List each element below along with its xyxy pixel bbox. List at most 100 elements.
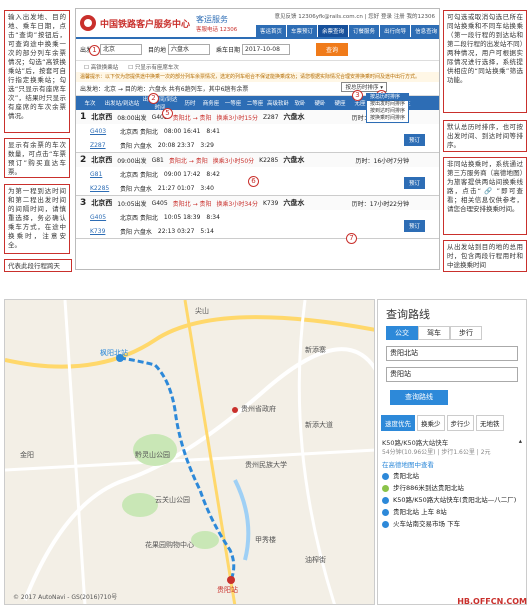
map-label-xintianzhai: 新添寨 [305,346,326,354]
option-transfer-station[interactable]: ☐ 高铁换乘站 [84,63,118,71]
sort-option-arrive[interactable]: 按到达时间排序 [367,108,408,115]
date-input[interactable]: 2017-10-08 [242,44,291,55]
route-group: 3 北京西 10:05出发 G405 贵阳北 → 贵阳 换乘3小时34分 K739 六盘水 历时… [76,196,439,239]
map-label-road: 新添大道 [305,421,333,429]
leg-times: 08:00 16:41 [163,127,201,135]
nav-home[interactable]: 客运首页 [256,25,287,37]
tab-walk[interactable]: 步行 [450,326,482,340]
brand-service: 客运服务 客服电话 12306 [196,14,238,33]
leg-times: 20:08 23:37 [157,141,195,149]
note-overnight: 代表此段行程跨天 [4,259,72,272]
collapse-icon[interactable]: ▴ [519,437,522,447]
route-destination: 六盘水 [283,156,305,164]
query-button[interactable]: 查询 [316,43,349,56]
option-row: ☐ 高铁换乘站 ☐ 只显示有座席车次 [76,61,439,72]
origin-input[interactable]: 贵阳北站 [386,346,518,361]
result-summary: 出发地：北京 → 目的地：六盘水 共有6趟列车，其中6趟有余票 [80,86,249,93]
nav-meal[interactable]: 订餐服务 [349,25,380,37]
route-train1[interactable]: G405 [152,200,168,207]
sort-option-depart[interactable]: 按出发时间排序 [367,101,408,108]
route-transfer-hub[interactable]: 贵阳北 → 贵阳 [173,199,212,208]
query-route-button[interactable]: 查询路线 [390,390,448,405]
marker-6: 6 [248,176,259,187]
note-same-station-filter: 可勾选或取消勾选已所在同站换乘和不同车站换乘（第一段行程的到达站和第二段行程的出… [443,10,527,113]
leg-train[interactable]: Z287 [90,142,114,149]
date-label: 乘车日期 [216,47,241,54]
route-transfer-hub[interactable]: 贵阳北 → 贵阳 [173,113,212,122]
leg-row: K739 贵阳 六盘水 22:13 03:27 5:14 [76,224,439,238]
route-transfer-hub[interactable]: 贵阳北 → 贵阳 [169,156,208,165]
nav-ticket-query[interactable]: 余票查询 [318,25,349,37]
sort-option-transfer[interactable]: 按换乘时间排序 [367,115,408,122]
tab-bus[interactable]: 公交 [386,326,418,340]
step-text: K50路/K50路大站快车(贵阳北站—八二厂) [393,496,517,504]
step-dot-icon [382,509,389,516]
route-step: K50路/K50路大站快车(贵阳北站—八二厂) [382,496,522,505]
to-input[interactable]: 六盘水 [168,44,211,55]
sort-option-duration[interactable]: 按总历时排序 [366,94,408,101]
route-list: 1北京西08:00出发G403贵阳北 → 贵阳换乘3小时15分Z287六盘水历时… [76,110,439,239]
route-summary: 3 北京西 10:05出发 G405 贵阳北 → 贵阳 换乘3小时34分 K739 六盘水 历时… [76,196,439,210]
col-first: 一等座 [224,101,242,107]
destination-input[interactable]: 贵阳站 [386,367,518,382]
route-train2[interactable]: K2285 [259,157,278,164]
route-transfer-time: 换乘3小时50分 [212,157,255,165]
route-summary: 2 北京西 09:00出发 G81 贵阳北 → 贵阳 换乘3小时50分 K2285 六盘水 历时… [76,153,439,167]
map-copyright: © 2017 AutoNavi - GS(2016)710号 [13,594,118,601]
route-train2[interactable]: K739 [263,200,278,207]
leg-train[interactable]: K739 [90,228,114,235]
rail-header: 中国铁路客户服务中心 客运服务 客服电话 12306 意见反馈 12306yfk@… [76,9,439,39]
leg-stations: 贵阳 六盘水 [120,185,152,193]
leg-times: 21:27 01:07 [157,184,195,192]
map-label-university: 贵州民族大学 [245,461,287,469]
leg-row: G403 北京西 贵阳北 08:00 16:41 8:41 [76,124,439,138]
bus-meta: 54分钟(10.96公里) | 步行1.6公里 | 2元 [382,449,491,456]
leg-train[interactable]: K2285 [90,185,114,192]
leg-train[interactable]: G405 [90,214,114,221]
step-dot-icon [382,473,389,480]
pref-no-subway[interactable]: 无地铁 [476,415,504,431]
book-button[interactable]: 预订 [403,177,425,189]
map-label-jinyang: 金阳 [20,451,34,459]
option-seats-only[interactable]: ☐ 只显示有座席车次 [128,63,179,71]
route-number: 2 [80,155,87,165]
pref-less-walk[interactable]: 步行少 [446,415,474,431]
leg-duration: 3:40 [200,184,214,192]
route-depart-time: 10:05出发 [117,200,147,208]
map-view[interactable]: 尖山 枫阳北站 新添寨 贵州省政府 黔灵山公园 云关山公园 贵州民族大学 花果园… [4,299,375,605]
nav-guide[interactable]: 出行向导 [380,25,411,37]
route-train1[interactable]: G81 [152,157,164,164]
map-label-youzhajie: 油榨街 [305,556,326,564]
route-preferences: 速度优先 换乘少 步行少 无地铁 [381,415,526,431]
col-stations: 出发站/到达站 [104,101,140,107]
route-result[interactable]: K50路/K50路大站快车 ▴ 54分钟(10.96公里) | 步行1.6公里 |… [382,437,522,529]
top-links[interactable]: 意见反馈 12306yfk@rails.com.cn | 您好 登录 注册 我的… [274,12,435,20]
leg-times: 22:13 03:27 [157,227,195,235]
open-amap-link[interactable]: 在高德地图中查看 [382,459,522,469]
leg-train[interactable]: G403 [90,128,114,135]
from-input[interactable]: 北京 [100,44,143,55]
watermark: HB.OFFCN.COM [457,597,527,606]
map-label-jianshan: 尖山 [195,307,209,315]
leg-duration: 8:41 [206,127,220,135]
step-text: 步行886米到达贵阳北站 [393,484,464,492]
col-deluxe-sleeper: 高级软卧 [266,101,289,107]
route-step: 贵阳北站 上车 8站 [382,508,522,517]
pref-less-transfer[interactable]: 换乘少 [417,415,445,431]
route-train2[interactable]: Z287 [263,114,279,121]
leg-times: 10:05 18:39 [163,213,201,221]
pref-speed[interactable]: 速度优先 [381,415,415,431]
tab-drive[interactable]: 驾车 [418,326,450,340]
leg-duration: 3:29 [200,141,214,149]
map-label-jiaxiu: 甲秀楼 [255,536,276,544]
sort-menu: 按总历时排序 按出发时间排序 按到达时间排序 按换乘时间排序 [365,93,409,123]
route-depart-time: 09:00出发 [117,157,147,165]
nav-booking[interactable]: 车票预订 [287,25,318,37]
nav-info[interactable]: 信息查询 [411,25,439,37]
leg-train[interactable]: G81 [90,171,114,178]
mode-tabs: 公交 驾车 步行 [386,326,526,340]
book-button[interactable]: 预订 [403,134,425,146]
book-button[interactable]: 预订 [403,220,425,232]
col-second: 二等座 [246,101,264,107]
leg-times: 09:00 17:42 [163,170,201,178]
